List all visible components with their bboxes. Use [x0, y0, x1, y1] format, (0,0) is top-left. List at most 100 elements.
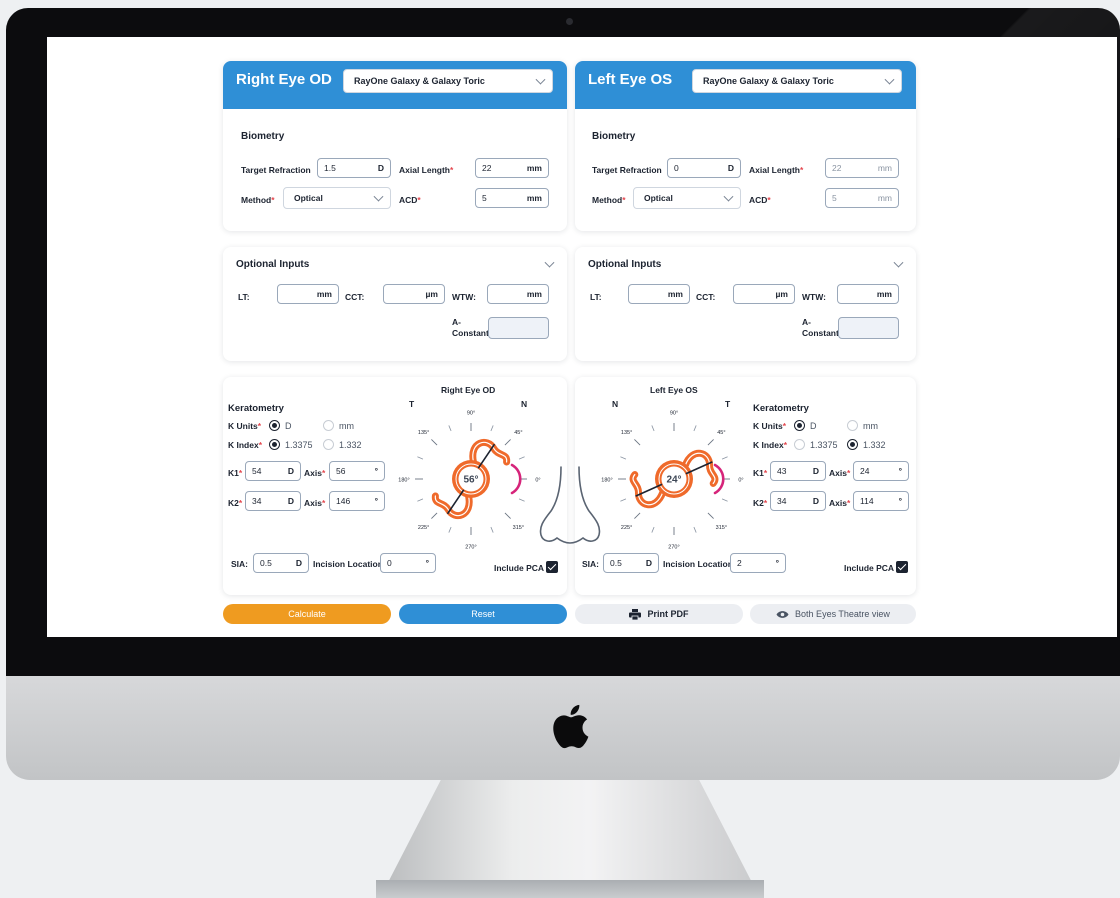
left-k1-input[interactable]: 43 D [770, 461, 826, 481]
right-acd-unit: mm [526, 193, 542, 203]
left-method-select[interactable]: Optical [633, 187, 741, 209]
dial-tick [693, 526, 697, 533]
right-method-select[interactable]: Optical [283, 187, 391, 209]
print-pdf-button[interactable]: Print PDF [575, 604, 743, 624]
right-incision-input[interactable]: 0 ° [380, 553, 436, 573]
left-incision-label: Incision Location [663, 559, 733, 569]
theatre-view-button[interactable]: Both Eyes Theatre view [750, 604, 916, 624]
left-k-units-mm-radio[interactable] [847, 420, 858, 431]
left-sia-input[interactable]: 0.5 D [603, 553, 659, 573]
right-k2-value: 34 [252, 496, 262, 506]
right-k-index-13375-label: 1.3375 [285, 440, 313, 450]
right-target-refraction-input[interactable]: 1.5 D [317, 158, 391, 178]
right-target-refraction-value: 1.5 [324, 163, 336, 173]
right-include-pca-label: Include PCA [494, 563, 545, 573]
right-a-constant-input[interactable] [488, 317, 549, 339]
left-eye-title: Left Eye OS [588, 71, 673, 88]
right-sia-unit: D [295, 558, 302, 568]
right-k-index-1332-radio[interactable] [323, 439, 334, 450]
right-include-pca-checkbox[interactable] [546, 561, 558, 573]
left-cct-input[interactable]: µm [733, 284, 795, 304]
left-axial-length-value: 22 [832, 163, 842, 173]
dial-major-tick [707, 512, 714, 519]
right-lens-select[interactable]: RayOne Galaxy & Galaxy Toric [343, 69, 553, 93]
right-wtw-input[interactable]: mm [487, 284, 549, 304]
dial-major-tick [707, 439, 714, 446]
chevron-down-icon[interactable] [893, 257, 904, 268]
left-k1-axis-value: 24 [860, 466, 870, 476]
right-k-index-13375-radio[interactable] [269, 439, 280, 450]
right-k1-text: K1 [228, 468, 239, 478]
right-lt-input[interactable]: mm [277, 284, 339, 304]
dial-angle-label: 180° [398, 478, 409, 484]
required-asterisk: * [782, 421, 787, 431]
left-lt-input[interactable]: mm [628, 284, 690, 304]
dial-angle-label: 270° [668, 545, 679, 551]
reset-button[interactable]: Reset [399, 604, 567, 624]
right-target-refraction-label: Target Refraction [241, 165, 311, 175]
left-include-pca-checkbox[interactable] [896, 561, 908, 573]
left-k-index-13375-radio[interactable] [794, 439, 805, 450]
right-k-units-mm-radio[interactable] [323, 420, 334, 431]
dial-tick [417, 456, 424, 460]
left-k1-label: K1* [753, 468, 767, 478]
left-incision-input[interactable]: 2 ° [730, 553, 786, 573]
left-k-units-d-radio[interactable] [794, 420, 805, 431]
right-sia-label: SIA: [231, 559, 248, 569]
dial-major-tick [634, 439, 641, 446]
right-optional-title: Optional Inputs [236, 259, 310, 270]
left-target-refraction-label: Target Refraction [592, 165, 662, 175]
right-k1-value: 54 [252, 466, 262, 476]
dial-angle-label: 315° [513, 525, 524, 531]
right-axial-length-input[interactable]: 22 mm [475, 158, 549, 178]
left-acd-input[interactable]: 5 mm [825, 188, 899, 208]
left-wtw-input[interactable]: mm [837, 284, 899, 304]
dial-angle-label: 90° [670, 411, 678, 417]
right-cct-input[interactable]: µm [383, 284, 445, 304]
left-k2-text: K2 [753, 498, 764, 508]
left-k1-text: K1 [753, 468, 764, 478]
left-optional-title: Optional Inputs [588, 259, 662, 270]
required-asterisk: * [417, 195, 421, 205]
dial-tick [518, 498, 525, 502]
right-lens-value: RayOne Galaxy & Galaxy Toric [354, 76, 485, 86]
required-asterisk: * [258, 440, 263, 450]
chevron-down-icon[interactable] [544, 257, 555, 268]
left-a-constant-line2: Constant [802, 328, 839, 338]
left-axial-length-input[interactable]: 22 mm [825, 158, 899, 178]
right-k-units-d-radio[interactable] [269, 420, 280, 431]
left-k-index-1332-radio[interactable] [847, 439, 858, 450]
right-wtw-label: WTW: [452, 292, 476, 302]
axis-readout: 56° [463, 475, 478, 486]
required-asterisk: * [767, 195, 771, 205]
calculate-button[interactable]: Calculate [223, 604, 391, 624]
left-k2-label: K2* [753, 498, 767, 508]
right-cct-unit: µm [425, 289, 438, 299]
right-k-index-1332-label: 1.332 [339, 440, 362, 450]
left-k1-axis-input[interactable]: 24 ° [853, 461, 909, 481]
right-k1-input[interactable]: 54 D [245, 461, 301, 481]
right-acd-label: ACD* [399, 195, 421, 205]
left-k2-input[interactable]: 34 D [770, 491, 826, 511]
imac-mockup: Right Eye OD RayOne Galaxy & Galaxy Tori… [0, 0, 1120, 898]
left-sia-unit: D [645, 558, 652, 568]
right-k2-label: K2* [228, 498, 242, 508]
right-k2-axis-input[interactable]: 146 ° [329, 491, 385, 511]
left-k-units-label: K Units* [753, 421, 786, 431]
dial-major-tick [504, 439, 511, 446]
left-axial-length-unit: mm [877, 163, 892, 173]
left-k1-axis-text: Axis [829, 468, 847, 478]
left-target-refraction-input[interactable]: 0D [667, 158, 741, 178]
left-k2-axis-input[interactable]: 114 ° [853, 491, 909, 511]
right-k2-input[interactable]: 34 D [245, 491, 301, 511]
right-k1-axis-input[interactable]: 56 ° [329, 461, 385, 481]
right-sia-input[interactable]: 0.5 D [253, 553, 309, 573]
right-a-constant-line2: Constant [452, 328, 489, 338]
required-asterisk: * [238, 498, 243, 508]
left-a-constant-input[interactable] [838, 317, 899, 339]
right-k-index-label: K Index* [228, 440, 262, 450]
right-acd-input[interactable]: 5 mm [475, 188, 549, 208]
theatre-view-label: Both Eyes Theatre view [795, 609, 890, 619]
left-acd-label: ACD* [749, 195, 771, 205]
left-lens-select[interactable]: RayOne Galaxy & Galaxy Toric [692, 69, 902, 93]
